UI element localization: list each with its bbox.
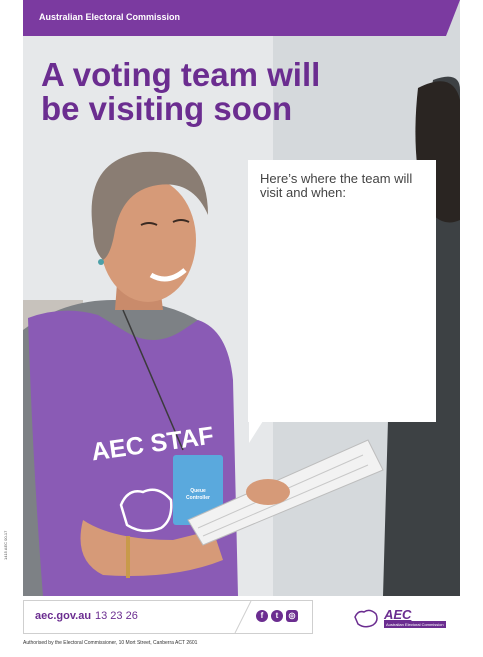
banner-org-name: Australian Electoral Commission xyxy=(39,12,181,22)
logo-wordmark: AEC xyxy=(384,607,412,622)
callout-tail xyxy=(249,421,263,443)
aec-logo: AEC Australian Electoral Commission xyxy=(352,607,462,631)
social-icons: f t ◎ xyxy=(256,610,298,622)
callout-text: Here’s where the team will visit and whe… xyxy=(260,171,413,200)
headline: A voting team will be visiting soon xyxy=(41,58,441,126)
logo-subtitle: Australian Electoral Commission xyxy=(384,621,446,628)
headline-line-1: A voting team will xyxy=(41,56,321,93)
instagram-icon[interactable]: ◎ xyxy=(286,610,298,622)
phone-number: 13 23 26 xyxy=(95,610,138,622)
callout-box: Here’s where the team will visit and whe… xyxy=(248,160,436,422)
poster: AEC STAF Queue Controller Australian Ele… xyxy=(23,0,460,596)
website-link[interactable]: aec.gov.au xyxy=(35,610,91,622)
footer-bar: aec.gov.au 13 23 26 f t ◎ xyxy=(23,600,313,634)
headline-line-2: be visiting soon xyxy=(41,90,293,127)
badge-line2: Controller xyxy=(186,495,210,501)
reference-code: 1415 AEC 00-17 xyxy=(3,530,8,560)
badge: Queue Controller xyxy=(178,488,218,502)
australia-map-icon xyxy=(354,609,378,628)
badge-line1: Queue xyxy=(190,488,206,494)
authorisation-statement: Authorised by the Electoral Commissioner… xyxy=(23,640,198,646)
top-banner: Australian Electoral Commission xyxy=(23,0,460,36)
facebook-icon[interactable]: f xyxy=(256,610,268,622)
twitter-icon[interactable]: t xyxy=(271,610,283,622)
